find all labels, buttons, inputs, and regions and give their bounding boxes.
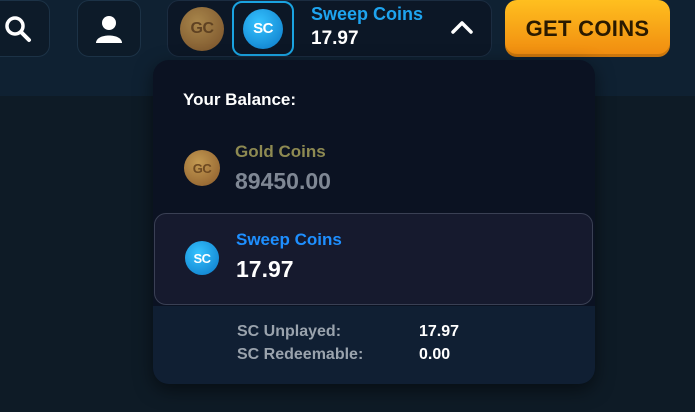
sweep-coin-toggle[interactable]: SC xyxy=(232,1,294,56)
sweep-coins-label: Sweep Coins xyxy=(236,230,342,249)
balance-title: Your Balance: xyxy=(183,90,297,109)
chevron-up-icon[interactable] xyxy=(449,17,475,37)
balance-selector[interactable]: GC SC Sweep Coins 17.97 xyxy=(167,0,492,57)
gold-coins-option[interactable]: GC Gold Coins 89450.00 xyxy=(153,132,595,212)
selected-currency-value: 17.97 xyxy=(311,28,359,49)
balance-dropdown: Your Balance: GC Gold Coins 89450.00 SC … xyxy=(153,60,595,384)
gold-coins-label: Gold Coins xyxy=(235,142,326,161)
sweep-coin-icon: SC xyxy=(243,8,283,49)
gold-coin-toggle[interactable]: GC xyxy=(171,1,233,56)
sweep-coins-value: 17.97 xyxy=(236,256,294,282)
sc-details: SC Unplayed: 17.97 SC Redeemable: 0.00 xyxy=(153,306,595,384)
search-button[interactable] xyxy=(0,0,50,57)
user-icon xyxy=(96,15,122,43)
gold-coins-value: 89450.00 xyxy=(235,168,331,194)
selected-currency-label: Sweep Coins xyxy=(311,4,424,24)
sc-unplayed-value: 17.97 xyxy=(419,323,460,340)
sc-redeemable-value: 0.00 xyxy=(419,346,451,363)
search-icon xyxy=(5,15,31,42)
profile-button[interactable] xyxy=(77,0,141,57)
gold-coin-icon: GC xyxy=(184,150,220,186)
sweep-coins-option[interactable]: SC Sweep Coins 17.97 xyxy=(154,213,593,305)
sc-redeemable-label: SC Redeemable: xyxy=(237,346,364,363)
gold-coin-icon: GC xyxy=(180,6,224,51)
sc-unplayed-label: SC Unplayed: xyxy=(237,323,342,340)
get-coins-button[interactable]: GET COINS xyxy=(505,0,670,57)
sweep-coin-icon: SC xyxy=(185,241,219,275)
